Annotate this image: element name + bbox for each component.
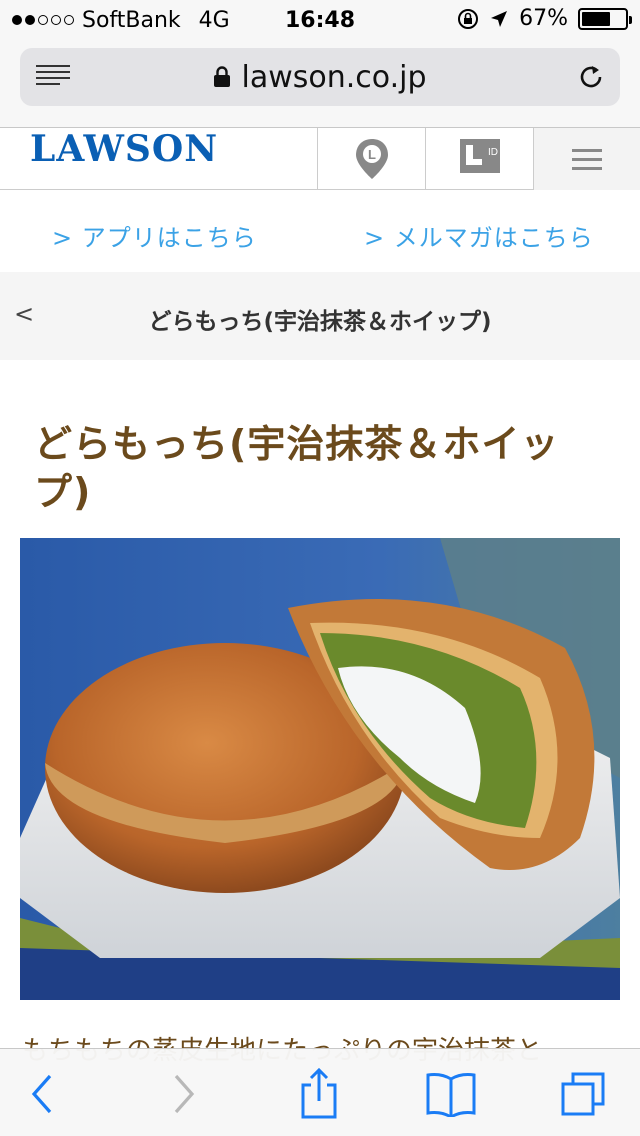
browser-toolbar [0, 1048, 640, 1136]
lawson-logo[interactable]: LAWSON [30, 128, 218, 170]
hamburger-menu-icon [572, 143, 602, 176]
network-type: 4G [198, 7, 230, 33]
back-button[interactable] [16, 1067, 70, 1121]
forward-button[interactable] [156, 1067, 210, 1121]
bookmarks-icon [426, 1073, 476, 1117]
product-title: どらもっち(宇治抹茶＆ホイップ) [34, 422, 560, 514]
carrier-name: SoftBank [82, 7, 181, 33]
store-map-pin-icon: L [355, 139, 388, 179]
promo-links: > アプリはこちら > メルマガはこちら [0, 190, 640, 272]
site-header: LAWSON L ID [0, 128, 640, 190]
bookmarks-button[interactable] [424, 1067, 478, 1121]
back-arrow-icon [31, 1074, 52, 1114]
mailmag-link[interactable]: > メルマガはこちら [364, 218, 594, 253]
breadcrumb: < どらもっち(宇治抹茶＆ホイップ) [0, 272, 640, 360]
tabs-button[interactable] [556, 1067, 610, 1121]
battery-percent: 67% [519, 6, 568, 31]
share-icon [301, 1067, 337, 1119]
site-menu-button[interactable] [533, 128, 640, 190]
lawson-id-button[interactable]: ID [425, 128, 533, 190]
store-search-button[interactable]: L [317, 128, 425, 190]
forward-arrow-icon [174, 1074, 195, 1114]
svg-text:ID: ID [488, 147, 498, 158]
status-bar: SoftBank 4G 16:48 67% [0, 0, 640, 40]
location-arrow-icon [491, 10, 508, 27]
url-text[interactable]: lawson.co.jp [241, 60, 426, 95]
reload-icon[interactable] [576, 62, 606, 92]
signal-strength-icon [12, 15, 74, 25]
browser-address-area: lawson.co.jp [0, 40, 640, 128]
app-link[interactable]: > アプリはこちら [52, 218, 257, 253]
battery-icon [578, 7, 632, 30]
breadcrumb-title: どらもっち(宇治抹茶＆ホイップ) [148, 309, 492, 335]
share-button[interactable] [292, 1067, 346, 1121]
lawson-id-icon: ID [459, 139, 500, 173]
tabs-icon [561, 1072, 605, 1116]
product-image [20, 538, 620, 1000]
address-bar[interactable]: lawson.co.jp [20, 48, 620, 106]
lock-icon [214, 66, 231, 87]
rotation-lock-icon [458, 8, 479, 29]
svg-text:L: L [368, 147, 376, 162]
